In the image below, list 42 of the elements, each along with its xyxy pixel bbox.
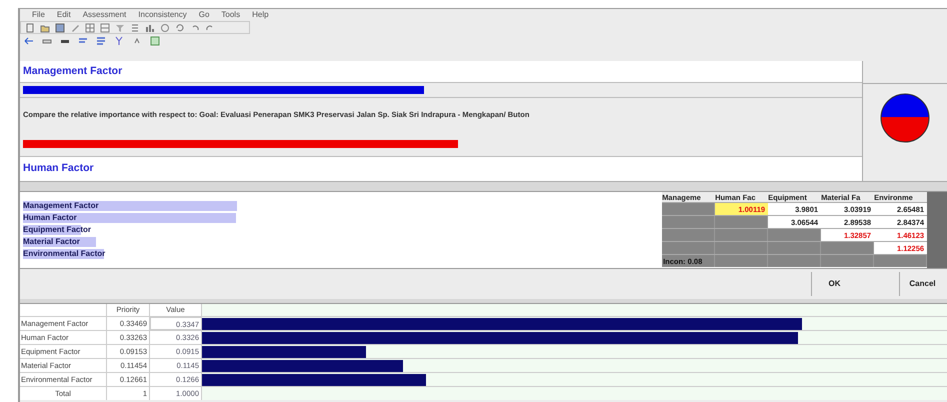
menu-item[interactable]: Go xyxy=(198,9,210,21)
lines-icon[interactable] xyxy=(96,36,106,46)
matrix-cell xyxy=(662,203,716,215)
circle-icon[interactable] xyxy=(160,22,170,32)
matrix-cell xyxy=(768,242,822,254)
matrix-cell xyxy=(821,242,874,254)
factor-label[interactable]: Equipment Factor xyxy=(23,224,92,236)
alternative-label: Management Factor xyxy=(23,64,122,79)
matrix-cell xyxy=(715,216,768,228)
menu-item[interactable]: Inconsistency xyxy=(138,9,187,21)
factor-label[interactable]: Material Factor xyxy=(23,236,80,248)
menu-item[interactable]: Edit xyxy=(56,9,71,21)
funnel-icon[interactable] xyxy=(115,22,125,32)
factor-label[interactable]: Environmental Factor xyxy=(23,248,106,260)
refresh-icon[interactable] xyxy=(175,22,185,32)
undo-icon[interactable] xyxy=(190,22,200,32)
menu-item[interactable]: Help xyxy=(252,9,269,21)
matrix-cell xyxy=(715,242,768,254)
lines-icon[interactable] xyxy=(78,36,88,46)
factor-label[interactable]: Management Factor xyxy=(23,200,99,212)
table-icon[interactable] xyxy=(150,36,160,46)
menu-item[interactable]: Assessment xyxy=(82,9,126,21)
redo-icon[interactable] xyxy=(205,22,215,32)
grid-icon[interactable] xyxy=(100,22,110,32)
fork-icon[interactable] xyxy=(114,36,124,46)
matrix-cell xyxy=(768,229,822,241)
menu-item[interactable]: Tools xyxy=(221,9,240,21)
bars-icon[interactable] xyxy=(145,22,155,32)
matrix-cell xyxy=(662,216,716,228)
caret-icon[interactable] xyxy=(132,36,142,46)
list-icon[interactable] xyxy=(130,22,140,32)
page-icon[interactable] xyxy=(25,22,35,32)
matrix-cell xyxy=(662,242,716,254)
alternative-label: Human Factor xyxy=(23,161,94,176)
grid-icon[interactable] xyxy=(85,22,95,32)
matrix-cell xyxy=(715,229,768,241)
menu-item[interactable]: File xyxy=(32,9,45,21)
pie-drawing xyxy=(880,94,930,142)
factor-label[interactable]: Human Factor xyxy=(23,212,77,224)
arrow-icon[interactable] xyxy=(24,36,34,46)
matrix-cell xyxy=(662,229,716,241)
folder-icon[interactable] xyxy=(40,22,50,32)
